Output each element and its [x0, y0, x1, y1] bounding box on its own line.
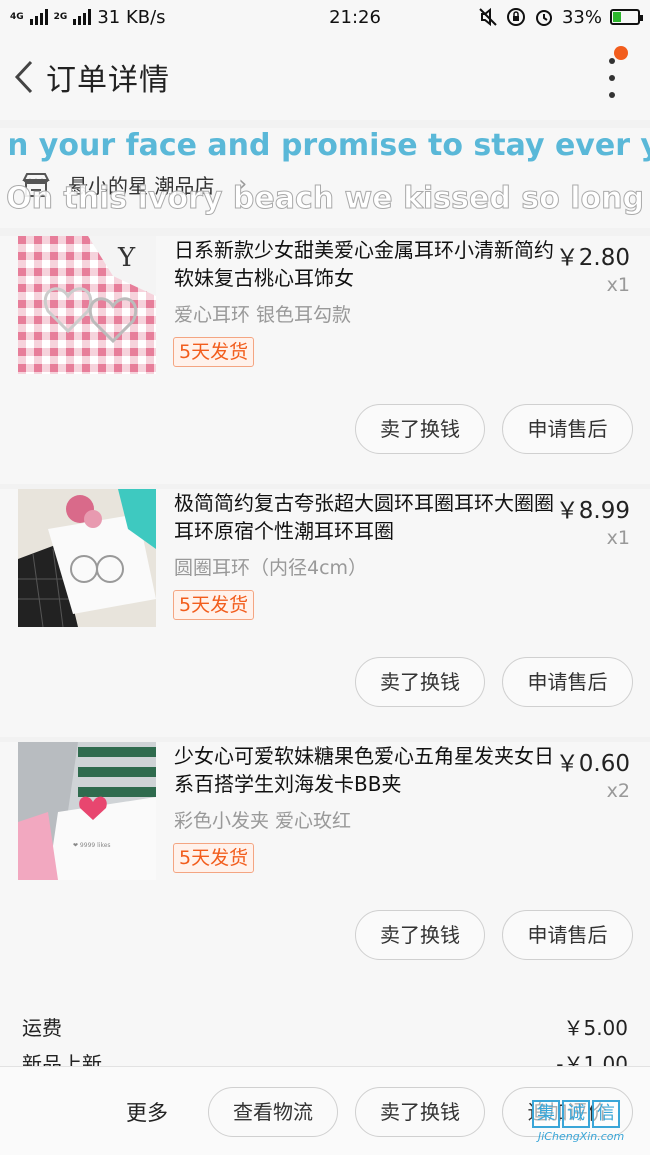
view-logistics-button[interactable]: 查看物流: [208, 1087, 338, 1137]
after-sale-button[interactable]: 申请售后: [502, 910, 633, 960]
svg-text:Y: Y: [117, 243, 136, 273]
product-quantity: x1: [606, 527, 630, 549]
back-icon[interactable]: [4, 57, 44, 97]
clock: 21:26: [329, 6, 381, 28]
product-price: ￥8.99: [555, 498, 630, 524]
watermark-logo: 集 诚 信: [532, 1100, 650, 1128]
fee-row-shipping: 运费 ￥5.00: [22, 1012, 628, 1041]
product-spec: 爱心耳环 银色耳勾款: [174, 304, 352, 326]
lock-rotation-icon: [506, 8, 525, 26]
watermark-char: 集: [532, 1100, 560, 1128]
network-tags: 4G: [10, 11, 24, 22]
product-quantity: x2: [606, 780, 630, 802]
watermark-char: 诚: [562, 1100, 590, 1128]
product-image[interactable]: Y: [18, 236, 156, 374]
product-spec: 圆圈耳环（内径4cm）: [174, 557, 368, 579]
lyric-line-2: On this ivory beach we kissed so long: [6, 181, 645, 216]
order-item[interactable]: Y 日系新款少女甜美爱心金属耳环小清新简约软妹复古桃心耳饰女 ￥2.80 x1 …: [0, 236, 650, 484]
battery-fill: [613, 12, 621, 22]
product-title[interactable]: 日系新款少女甜美爱心金属耳环小清新简约软妹复古桃心耳饰女: [174, 236, 554, 292]
network-tag-2g: 2G: [53, 11, 68, 22]
product-quantity: x1: [606, 274, 630, 296]
after-sale-button[interactable]: 申请售后: [502, 657, 633, 707]
lyric-line-1: n your face and promise to stay ever you…: [10, 128, 650, 163]
order-item[interactable]: 极简简约复古夸张超大圆环耳圈耳环大圈圈耳环原宿个性潮耳环耳圈 ￥8.99 x1 …: [0, 489, 650, 737]
sell-button[interactable]: 卖了换钱: [355, 657, 485, 707]
shipping-badge: 5天发货: [173, 590, 255, 620]
watermark-char: 信: [592, 1100, 620, 1128]
signal-icon: [29, 9, 48, 25]
discount-label: 新品上新: [22, 1052, 102, 1066]
shipping-fee-label: 运费: [22, 1016, 62, 1040]
more-actions-button[interactable]: 更多: [126, 1097, 168, 1127]
network-tag-4g: 4G: [10, 11, 24, 22]
mute-icon: [479, 7, 497, 27]
site-watermark: 集 诚 信 JiChengXin.com: [532, 1100, 650, 1155]
notification-dot: [614, 46, 628, 60]
product-image[interactable]: [18, 489, 156, 627]
sell-button[interactable]: 卖了换钱: [355, 1087, 485, 1137]
network-speed: 31 KB/s: [97, 6, 166, 28]
order-item[interactable]: ❤ 9999 likes 少女心可爱软妹糖果色爱心五角星发夹女日系百搭学生刘海发…: [0, 742, 650, 990]
product-spec: 彩色小发夹 爱心玫红: [174, 810, 352, 832]
discount-value: -￥1.00: [556, 1052, 628, 1066]
product-title[interactable]: 少女心可爱软妹糖果色爱心五角星发夹女日系百搭学生刘海发卡BB夹: [174, 742, 554, 798]
product-title[interactable]: 极简简约复古夸张超大圆环耳圈耳环大圈圈耳环原宿个性潮耳环耳圈: [174, 489, 554, 545]
shipping-fee-value: ￥5.00: [563, 1016, 628, 1040]
battery-icon: [610, 9, 643, 25]
nav-bar: 订单详情: [0, 34, 650, 120]
shipping-badge: 5天发货: [173, 843, 255, 873]
page-title: 订单详情: [46, 63, 170, 98]
shipping-badge: 5天发货: [173, 337, 255, 367]
status-bar: 4G 2G 31 KB/s 21:26 33%: [0, 0, 650, 34]
battery-percent: 33%: [561, 6, 602, 28]
product-price: ￥0.60: [555, 751, 630, 777]
signal-icon-2: [73, 9, 92, 25]
after-sale-button[interactable]: 申请售后: [502, 404, 633, 454]
product-image[interactable]: ❤ 9999 likes: [18, 742, 156, 880]
product-price: ￥2.80: [555, 245, 630, 271]
svg-text:❤ 9999 likes: ❤ 9999 likes: [73, 842, 111, 849]
more-menu-icon[interactable]: [602, 58, 622, 98]
status-left: 4G 2G 31 KB/s: [10, 7, 260, 28]
fee-row-discount: 新品上新 -￥1.00: [22, 1048, 628, 1066]
sell-button[interactable]: 卖了换钱: [355, 910, 485, 960]
watermark-text: JiChengXin.com: [538, 1130, 625, 1143]
alarm-icon: [535, 10, 552, 26]
status-right: 33%: [420, 6, 643, 28]
fee-summary: 运费 ￥5.00 新品上新 -￥1.00: [0, 980, 650, 1066]
sell-button[interactable]: 卖了换钱: [355, 404, 485, 454]
